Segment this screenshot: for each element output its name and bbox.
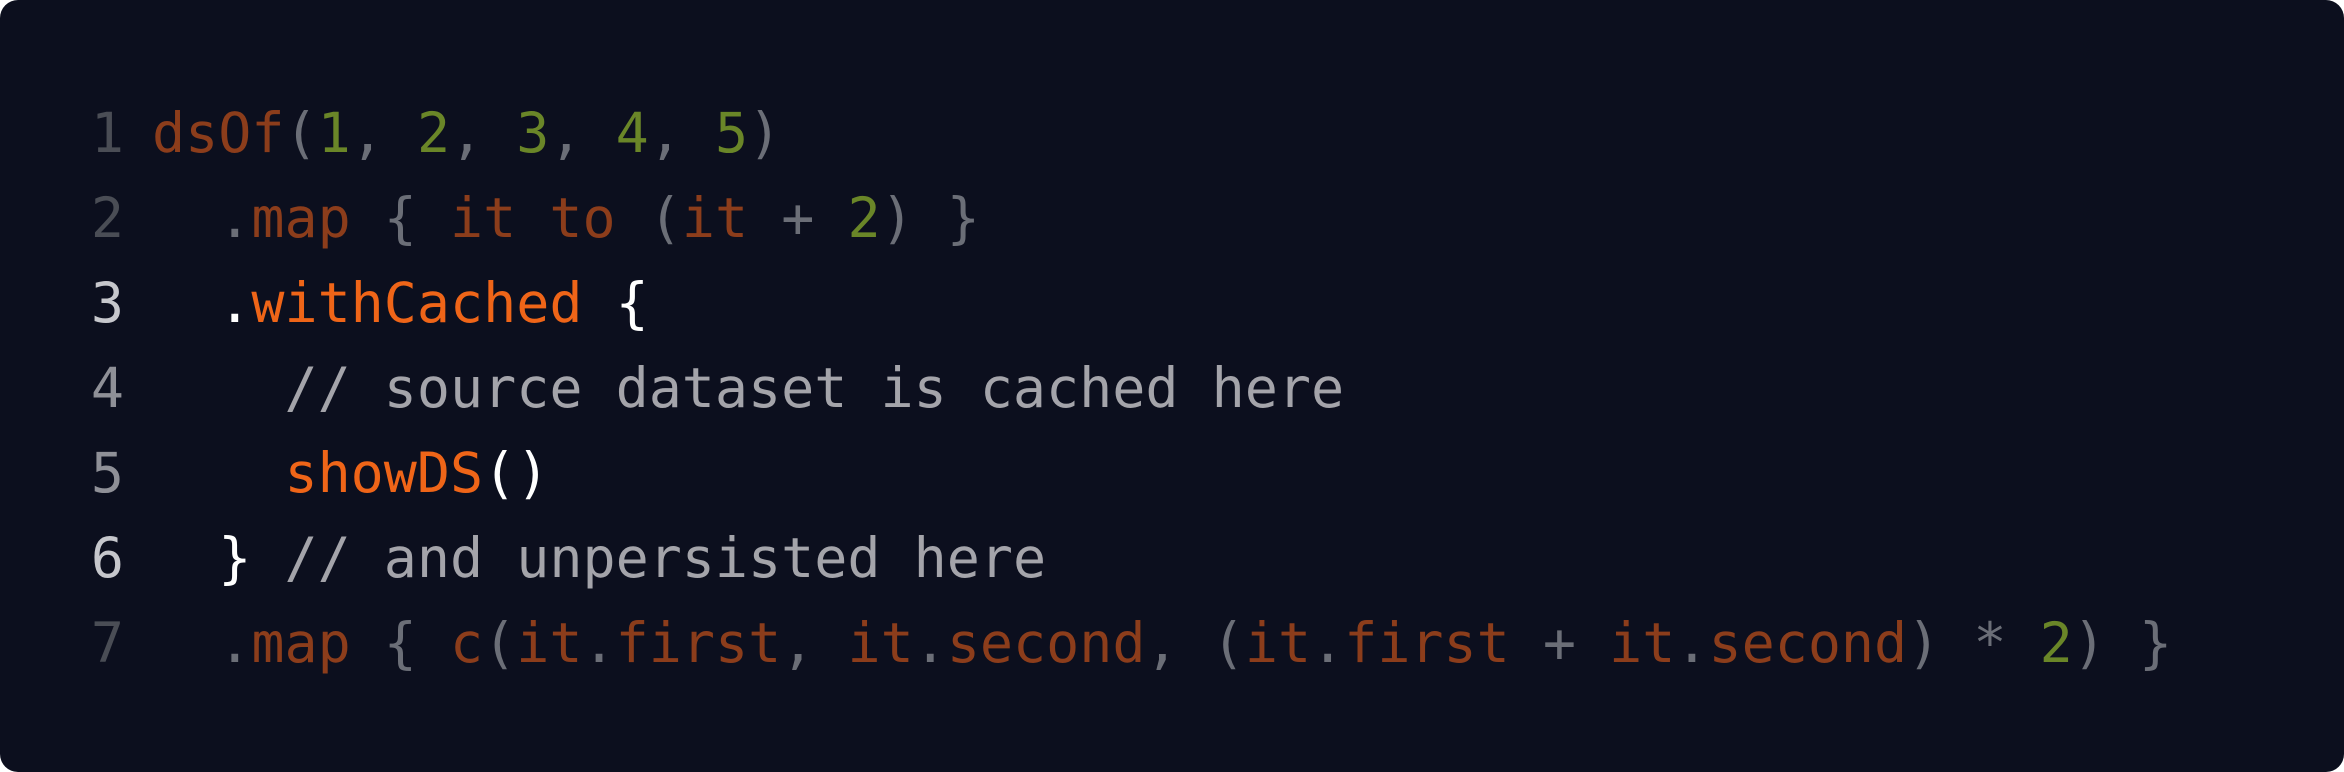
code-token: . — [152, 185, 252, 250]
code-token: + — [1509, 610, 1610, 675]
line-number: 5 — [90, 440, 124, 505]
code-token: it — [1609, 610, 1676, 675]
code-token: second — [946, 610, 1146, 675]
code-token: ) } — [2072, 610, 2173, 675]
code-token: map — [251, 185, 351, 250]
code-token: showDS — [284, 440, 484, 505]
code-token: it — [1244, 610, 1312, 675]
line-number: 2 — [90, 185, 124, 250]
line-text: dsOf(1, 2, 3, 4, 5) — [152, 101, 781, 165]
code-token: { — [350, 185, 451, 250]
code-token: 4 — [615, 100, 649, 165]
code-line: 6 } // and unpersisted here — [0, 515, 2344, 600]
code-token: map — [251, 610, 351, 675]
code-comment: // source dataset is cached here — [152, 355, 1345, 420]
code-token: . — [152, 610, 252, 675]
code-token: withCached — [251, 270, 583, 335]
line-text: .map { it to (it + 2) } — [152, 186, 980, 250]
code-token: second — [1708, 610, 1908, 675]
code-token: 5 — [715, 100, 749, 165]
code-token: + — [748, 185, 848, 250]
line-number: 1 — [90, 100, 124, 165]
code-token: 1 — [317, 100, 351, 165]
code-line: 7 .map { c(it.first, it.second, (it.firs… — [0, 600, 2344, 685]
code-token: . — [152, 270, 252, 335]
code-token: , ( — [1145, 610, 1245, 675]
code-token: { — [582, 270, 649, 335]
code-token: c — [450, 610, 484, 675]
code-token: first — [1344, 610, 1510, 675]
code-token: to — [549, 185, 616, 250]
line-number: 4 — [90, 355, 124, 420]
code-token: it — [450, 185, 517, 250]
code-token: . — [582, 610, 616, 675]
line-text: .withCached { — [152, 271, 649, 335]
code-token: , — [450, 100, 517, 165]
code-token: 2 — [2039, 610, 2073, 675]
line-number: 7 — [90, 610, 124, 675]
code-snippet-panel: 1 dsOf(1, 2, 3, 4, 5) 2 .map { it to (it +… — [0, 0, 2344, 772]
code-token: 2 — [416, 100, 451, 165]
code-token: ( — [284, 100, 318, 165]
code-token: . — [913, 610, 947, 675]
code-line: 3 .withCached { — [0, 260, 2344, 345]
code-comment: // and unpersisted here — [251, 525, 1047, 590]
line-text: } // and unpersisted here — [152, 526, 1046, 590]
code-token: { — [350, 610, 451, 675]
code-token: it — [516, 610, 583, 675]
code-token: ( — [483, 610, 517, 675]
code-line: 1 dsOf(1, 2, 3, 4, 5) — [0, 90, 2344, 175]
code-token: } — [152, 525, 252, 590]
code-token: 3 — [516, 100, 550, 165]
line-number: 3 — [90, 270, 124, 335]
code-token: dsOf — [152, 100, 285, 165]
code-token: . — [1675, 610, 1709, 675]
code-token: , — [549, 100, 616, 165]
code-token: , — [648, 100, 716, 165]
line-text: // source dataset is cached here — [152, 356, 1344, 420]
code-token: () — [483, 440, 550, 505]
code-token: ) } — [880, 185, 980, 250]
code-token: ) * — [1907, 610, 2040, 675]
code-token: ( — [615, 185, 682, 250]
code-token: . — [1311, 610, 1345, 675]
line-text: showDS() — [152, 441, 549, 505]
code-token: , — [350, 100, 417, 165]
code-token: first — [615, 610, 782, 675]
code-line: 4 // source dataset is cached here — [0, 345, 2344, 430]
code-token: 2 — [847, 185, 881, 250]
code-token: it — [847, 610, 914, 675]
line-number: 6 — [90, 525, 124, 590]
code-line: 5 showDS() — [0, 430, 2344, 515]
line-text: .map { c(it.first, it.second, (it.first … — [152, 611, 2172, 675]
code-token: , — [781, 610, 848, 675]
code-token: ) — [748, 100, 782, 165]
code-line: 2 .map { it to (it + 2) } — [0, 175, 2344, 260]
code-body: 1 dsOf(1, 2, 3, 4, 5) 2 .map { it to (it +… — [0, 90, 2344, 685]
code-token: it — [681, 185, 749, 250]
